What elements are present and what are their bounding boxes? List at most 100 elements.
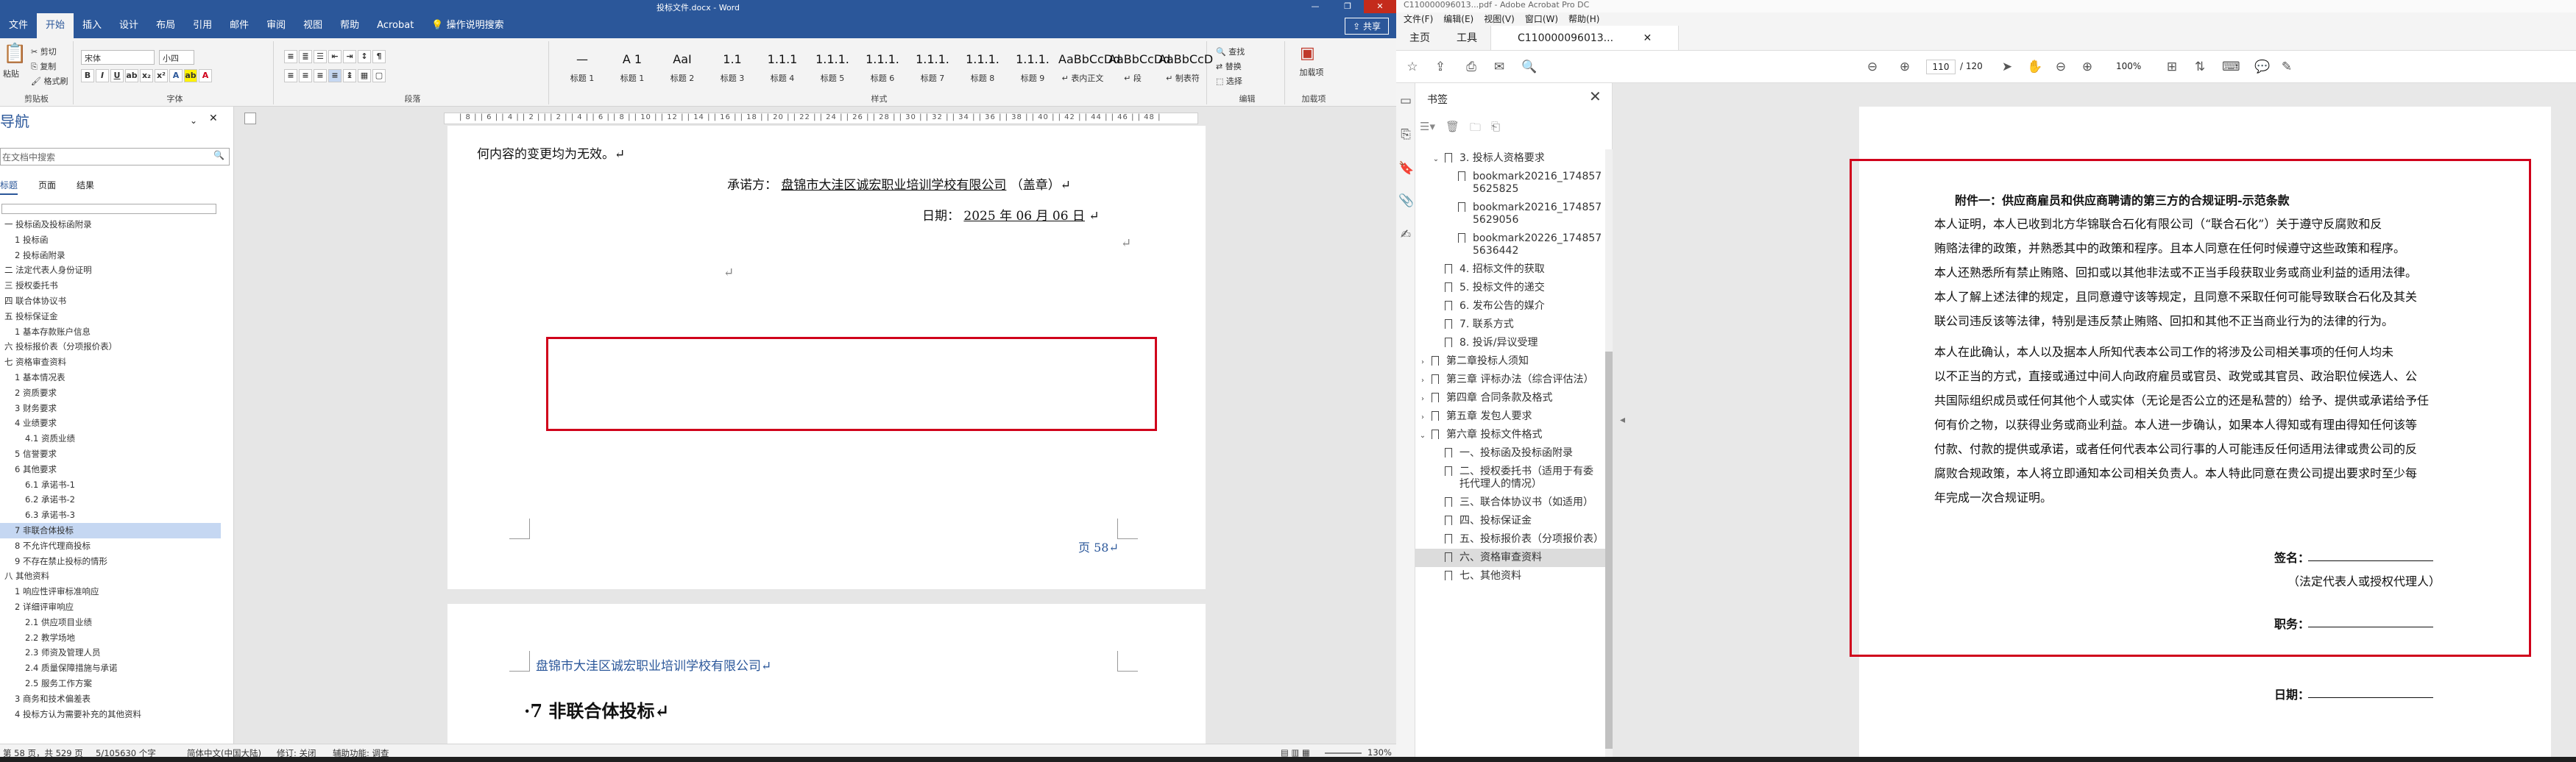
nav-heading-item[interactable]: 1 基本存款账户信息 <box>0 324 221 340</box>
nav-heading-item[interactable]: 2.1 供应项目业绩 <box>0 615 221 630</box>
replace-button[interactable]: ⇄ 替换 <box>1216 60 1242 72</box>
nav-heading-item[interactable]: 七 资格审查资料 <box>0 355 221 370</box>
cut-button[interactable]: ✂ 剪切 <box>31 46 57 57</box>
style-item[interactable]: — 标题 1 <box>558 47 606 94</box>
prev-page-icon[interactable]: ⊖ <box>1865 60 1880 74</box>
bookmark-item[interactable]: › 第三章 评标办法（综合评估法） <box>1415 371 1605 389</box>
zoom-in-icon[interactable]: ⊕ <box>2080 60 2095 74</box>
tab-insert[interactable]: 插入 <box>74 13 110 38</box>
bookmark-icon[interactable]: 🔖 <box>1398 161 1414 176</box>
italic-button[interactable]: I <box>96 69 109 82</box>
print-icon[interactable]: ⎙ <box>1464 60 1479 74</box>
scroll-mode-icon[interactable]: ⇅ <box>2193 60 2207 74</box>
style-item[interactable]: A 1 标题 1 <box>608 47 657 94</box>
nav-heading-item[interactable]: 3 商务和技术偏差表 <box>0 691 221 707</box>
style-item[interactable]: 1.1 标题 3 <box>708 47 757 94</box>
nav-heading-item[interactable]: 2 投标函附录 <box>0 248 221 263</box>
align-left-button[interactable]: ≡ <box>284 69 297 82</box>
close-icon[interactable]: ✕ <box>209 113 218 124</box>
align-center-button[interactable]: ≡ <box>299 69 312 82</box>
page-thumbnails-icon[interactable]: ▭ <box>1398 93 1413 108</box>
menu-help[interactable]: 帮助(H) <box>1568 13 1599 26</box>
bookmark-item[interactable]: 五、投标报价表（分项报价表） <box>1415 530 1605 549</box>
nav-tab-results[interactable]: 结果 <box>77 179 94 195</box>
star-icon[interactable]: ☆ <box>1405 60 1420 74</box>
tab-home[interactable]: 主页 <box>1396 26 1443 50</box>
format-painter-button[interactable]: 🖌 格式刷 <box>31 75 68 87</box>
search-icon[interactable]: 🔍 <box>213 150 224 160</box>
nav-heading-item[interactable]: 八 其他资料 <box>0 569 221 584</box>
comment-icon[interactable]: 💬 <box>2254 60 2270 74</box>
bookmark-item[interactable]: 7. 联系方式 <box>1415 316 1605 334</box>
underline-button[interactable]: U <box>110 69 124 82</box>
select-arrow-icon[interactable]: ➤ <box>2000 60 2014 74</box>
nav-heading-item[interactable]: 4 投标方认为需要补充的其他资料 <box>0 707 221 722</box>
bullets-button[interactable]: ≡ <box>284 50 297 63</box>
chevron-right-icon[interactable]: › <box>1418 393 1427 405</box>
menu-file[interactable]: 文件(F) <box>1404 13 1433 26</box>
horizontal-ruler[interactable]: | 8 | | 6 | | 4 | | 2 | | | 2 | | 4 | | … <box>444 113 1198 124</box>
style-item[interactable]: AaBbCcDd ↵ 段 <box>1108 47 1170 94</box>
style-item[interactable]: 1.1.1. 标题 9 <box>1008 47 1057 94</box>
view-buttons[interactable]: ▤ ▥ ▦ <box>1281 747 1310 758</box>
nav-heading-item[interactable]: 1 响应性评审标准响应 <box>0 584 221 599</box>
tab-document[interactable]: C110000096013... ✕ <box>1490 26 1680 50</box>
bookmark-item[interactable]: 5. 投标文件的递交 <box>1415 279 1605 297</box>
document-page[interactable]: 何内容的变更均为无效。↵ 承诺方： 盘锦市大洼区诚宏职业培训学校有限公司 （盖章… <box>447 126 1206 589</box>
bookmark-item[interactable]: bookmark20216_1748575625825 <box>1415 168 1605 199</box>
nav-heading-item[interactable]: 2.4 质量保障措施与承诺 <box>0 660 221 676</box>
numbering-button[interactable]: ≣ <box>299 50 312 63</box>
style-item[interactable]: 1.1.1. 标题 6 <box>858 47 907 94</box>
bookmark-item[interactable]: bookmark20216_1748575629056 <box>1415 199 1605 229</box>
tab-view[interactable]: 视图 <box>294 13 331 38</box>
delete-icon[interactable]: 🗑 <box>1446 120 1459 139</box>
nav-heading-item[interactable]: 六 投标报价表（分项报价表） <box>0 339 221 355</box>
nav-heading-item[interactable]: 4 业绩要求 <box>0 416 221 431</box>
nav-heading-item[interactable]: 2.5 服务工作方案 <box>0 676 221 691</box>
addins-icon[interactable]: ▣ <box>1300 44 1315 63</box>
font-name-select[interactable]: 宋体 <box>81 50 155 65</box>
minimize-button[interactable]: — <box>1299 0 1331 13</box>
collapse-panel-icon[interactable]: ◂ <box>1620 414 1625 426</box>
chevron-down-icon[interactable]: ⌄ <box>1418 430 1427 442</box>
addins-button[interactable]: 加载项 <box>1297 66 1326 78</box>
style-item[interactable]: 1.1.1 标题 4 <box>758 47 807 94</box>
bookmark-item[interactable]: ⌄ 3. 投标人资格要求 <box>1415 149 1605 168</box>
menu-view[interactable]: 视图(V) <box>1484 13 1515 26</box>
chevron-down-icon[interactable]: ⌄ <box>1432 153 1440 165</box>
justify-button[interactable]: ≡ <box>328 69 342 82</box>
nav-heading-item[interactable]: 3 财务要求 <box>0 401 221 416</box>
decrease-indent-button[interactable]: ⇤ <box>328 50 342 63</box>
highlight-button[interactable]: ab <box>184 69 197 82</box>
hand-icon[interactable]: ✋ <box>2027 60 2042 74</box>
nav-heading-item[interactable]: 6.1 承诺书-1 <box>0 477 221 493</box>
upload-icon[interactable]: ⇪ <box>1433 60 1448 74</box>
nav-heading-item[interactable]: 二 法定代表人身份证明 <box>0 263 221 278</box>
menu-window[interactable]: 窗口(W) <box>1525 13 1558 26</box>
zoom-out-icon[interactable]: ⊖ <box>2053 60 2068 74</box>
strikethrough-button[interactable]: ab <box>125 69 138 82</box>
tab-design[interactable]: 设计 <box>110 13 147 38</box>
nav-tab-headings[interactable]: 标题 <box>0 179 18 195</box>
bookmark-item[interactable]: 6. 发布公告的媒介 <box>1415 297 1605 316</box>
nav-scroll-up[interactable] <box>1 204 216 214</box>
tab-review[interactable]: 审阅 <box>258 13 294 38</box>
copy-icon[interactable]: ⎘ <box>1398 127 1413 142</box>
tab-mailings[interactable]: 邮件 <box>221 13 258 38</box>
style-item[interactable]: AaI 标题 2 <box>658 47 707 94</box>
bookmark-item[interactable]: 三、联合体协议书（如适用） <box>1415 494 1605 512</box>
paste-button[interactable]: 粘贴 <box>3 68 19 79</box>
bookmark-scroll-thumb[interactable] <box>1605 352 1613 749</box>
next-page-icon[interactable]: ⊕ <box>1897 60 1912 74</box>
nav-heading-item[interactable]: 6 其他要求 <box>0 462 221 477</box>
nav-heading-item[interactable]: 1 投标函 <box>0 232 221 248</box>
chevron-right-icon[interactable]: › <box>1418 374 1427 387</box>
fit-page-icon[interactable]: ⊞ <box>2165 60 2179 74</box>
nav-heading-item[interactable]: 4.1 资质业绩 <box>0 431 221 446</box>
bookmark-item[interactable]: 二、授权委托书（适用于有委托代理人的情况） <box>1415 463 1605 494</box>
font-color-button[interactable]: A <box>199 69 212 82</box>
find-button[interactable]: 🔍 查找 <box>1216 46 1245 57</box>
zoom-level[interactable]: 100% <box>2116 61 2141 71</box>
bookmark-item[interactable]: 六、资格审查资料 <box>1415 549 1605 567</box>
style-item[interactable]: 1.1.1. 标题 7 <box>908 47 957 94</box>
